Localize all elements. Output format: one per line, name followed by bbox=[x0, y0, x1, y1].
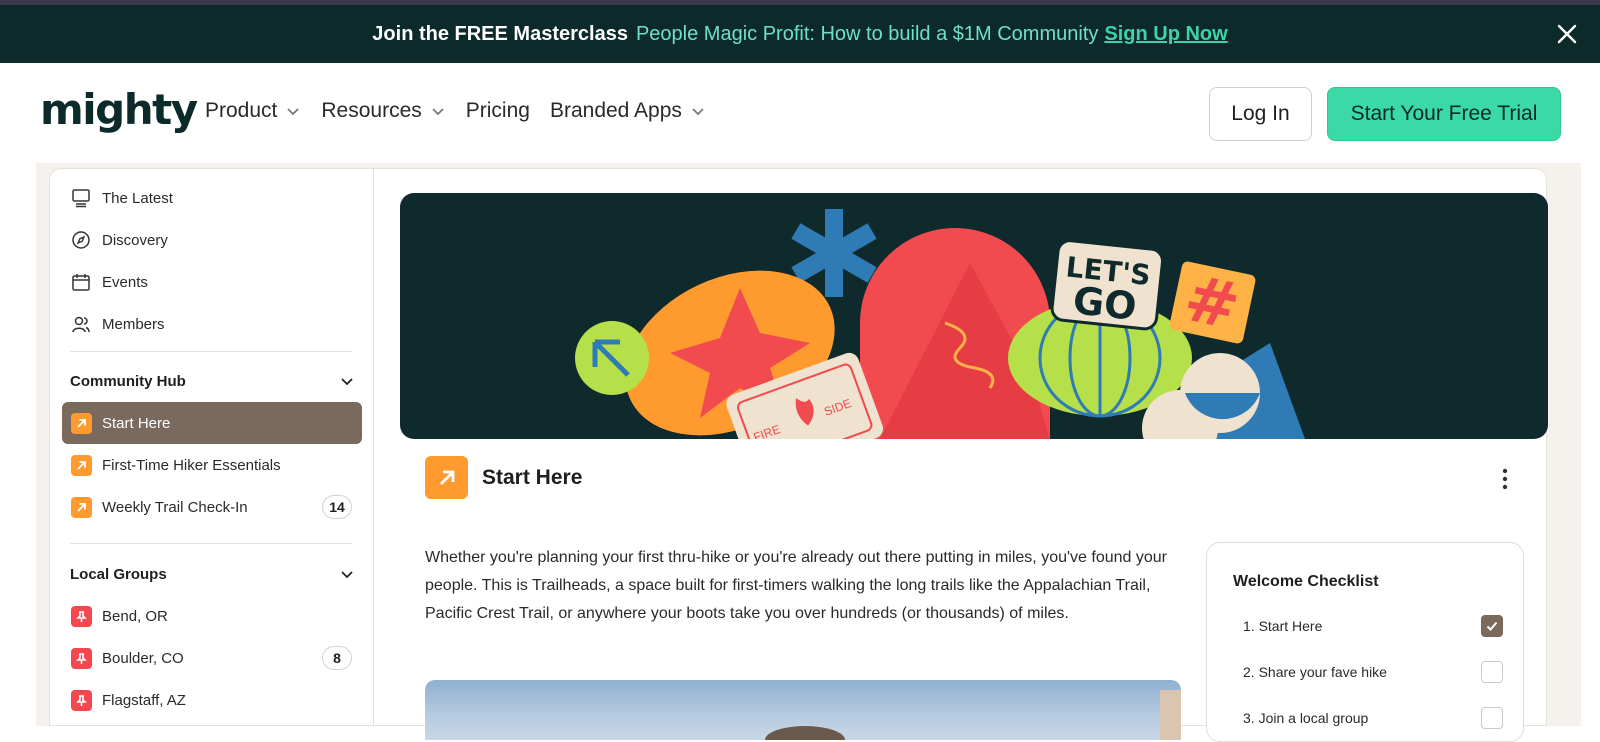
divider bbox=[70, 543, 352, 544]
menu-resources-label: Resources bbox=[321, 99, 422, 122]
calendar-icon bbox=[70, 271, 92, 293]
chevron-down-icon bbox=[287, 108, 300, 116]
space-header: Start Here bbox=[425, 456, 582, 499]
chevron-down-icon bbox=[432, 108, 444, 116]
checklist-item-label: 3. Join a local group bbox=[1243, 710, 1369, 726]
checklist-item[interactable]: 1. Start Here bbox=[1243, 615, 1503, 637]
banner-headline: Join the FREE Masterclass bbox=[372, 22, 628, 45]
announcement-banner: Join the FREE Masterclass People Magic P… bbox=[0, 5, 1600, 63]
banner-signup-link[interactable]: Sign Up Now bbox=[1104, 23, 1227, 46]
top-nav: mighty Product Resources Pricing Branded… bbox=[0, 63, 1600, 163]
sidebar-item-first-time-hiker-essentials[interactable]: First-Time Hiker Essentials bbox=[62, 444, 362, 486]
divider bbox=[70, 351, 352, 352]
go-text: GO bbox=[1071, 278, 1139, 328]
sidebar-item-boulder-co[interactable]: Boulder, CO 8 bbox=[62, 637, 362, 679]
welcome-checklist: Welcome Checklist 1. Start Here 2. Share… bbox=[1206, 542, 1524, 742]
users-icon bbox=[70, 313, 92, 335]
compass-icon bbox=[70, 229, 92, 251]
monitor-icon bbox=[70, 187, 92, 209]
space-description: Whether you're planning your first thru-… bbox=[425, 549, 1167, 622]
sidebar-item-label: Members bbox=[102, 315, 165, 333]
banner-text: People Magic Profit: How to build a $1M … bbox=[635, 22, 1099, 45]
section-community-hub[interactable]: Community Hub bbox=[70, 366, 355, 396]
menu-pricing[interactable]: Pricing bbox=[466, 99, 530, 123]
space-title: Start Here bbox=[482, 465, 583, 489]
check-icon bbox=[1486, 621, 1498, 631]
landscape-photo bbox=[765, 690, 1181, 740]
checklist-title: Welcome Checklist bbox=[1233, 573, 1379, 590]
sidebar-item-the-latest[interactable]: The Latest bbox=[62, 177, 362, 219]
post-image[interactable] bbox=[425, 680, 1181, 740]
arrow-up-right-icon bbox=[425, 456, 468, 499]
mighty-logo[interactable]: mighty bbox=[40, 85, 198, 134]
sidebar-item-label: Events bbox=[102, 273, 148, 291]
menu-resources[interactable]: Resources bbox=[321, 99, 445, 123]
sidebar-item-weekly-trail-check-in[interactable]: Weekly Trail Check-In 14 bbox=[62, 486, 362, 528]
menu-product[interactable]: Product bbox=[205, 99, 301, 123]
sidebar: The Latest Discovery Events Members Comm… bbox=[49, 168, 374, 726]
arrow-up-right-icon bbox=[70, 496, 92, 518]
sidebar-item-label: Flagstaff, AZ bbox=[102, 691, 186, 709]
sidebar-item-label: Bend, OR bbox=[102, 607, 168, 625]
hero-illustration: FIRE SIDE LET'S GO # bbox=[575, 209, 1305, 439]
sidebar-item-discovery[interactable]: Discovery bbox=[62, 219, 362, 261]
pin-icon bbox=[70, 605, 92, 627]
chevron-down-icon bbox=[341, 571, 353, 579]
sidebar-item-label: The Latest bbox=[102, 189, 173, 207]
menu-pricing-label: Pricing bbox=[465, 99, 530, 122]
main-menu: Product Resources Pricing Branded Apps bbox=[205, 99, 706, 123]
checkbox[interactable] bbox=[1481, 661, 1503, 683]
more-options-icon[interactable] bbox=[1494, 466, 1516, 492]
sidebar-item-label: Weekly Trail Check-In bbox=[102, 498, 248, 516]
checklist-item[interactable]: 2. Share your fave hike bbox=[1243, 661, 1503, 683]
checklist-item-label: 2. Share your fave hike bbox=[1243, 664, 1387, 680]
hash-sticker: # bbox=[1169, 261, 1256, 345]
unread-count-badge: 14 bbox=[322, 495, 352, 519]
sidebar-item-start-here[interactable]: Start Here bbox=[62, 402, 362, 444]
chevron-down-icon bbox=[341, 378, 353, 386]
checkbox-checked[interactable] bbox=[1481, 615, 1503, 637]
space-hero-banner: FIRE SIDE LET'S GO # bbox=[400, 193, 1548, 439]
sidebar-item-label: First-Time Hiker Essentials bbox=[102, 456, 281, 474]
start-free-trial-button[interactable]: Start Your Free Trial bbox=[1327, 87, 1561, 141]
lets-go-sticker: LET'S GO bbox=[1050, 239, 1165, 331]
section-title: Local Groups bbox=[70, 565, 167, 583]
section-local-groups[interactable]: Local Groups bbox=[70, 559, 355, 589]
sidebar-item-label: Boulder, CO bbox=[102, 649, 184, 667]
sidebar-item-flagstaff-az[interactable]: Flagstaff, AZ bbox=[62, 679, 362, 721]
pin-icon bbox=[70, 647, 92, 669]
checklist-item-label: 1. Start Here bbox=[1243, 618, 1323, 634]
sidebar-item-bend-or[interactable]: Bend, OR bbox=[62, 595, 362, 637]
sidebar-item-label: Start Here bbox=[102, 414, 171, 432]
sidebar-item-members[interactable]: Members bbox=[62, 303, 362, 345]
menu-branded-apps-label: Branded Apps bbox=[549, 99, 682, 122]
section-title: Community Hub bbox=[70, 372, 186, 390]
arrow-up-right-icon bbox=[70, 454, 92, 476]
close-icon[interactable] bbox=[1556, 23, 1578, 45]
chevron-down-icon bbox=[692, 108, 704, 116]
pin-icon bbox=[70, 689, 92, 711]
menu-branded-apps[interactable]: Branded Apps bbox=[550, 99, 706, 123]
unread-count-badge: 8 bbox=[322, 646, 352, 670]
login-button[interactable]: Log In bbox=[1209, 87, 1312, 141]
menu-product-label: Product bbox=[205, 99, 278, 122]
sidebar-item-label: Discovery bbox=[102, 231, 168, 249]
arrow-up-right-icon bbox=[70, 412, 92, 434]
sidebar-item-events[interactable]: Events bbox=[62, 261, 362, 303]
